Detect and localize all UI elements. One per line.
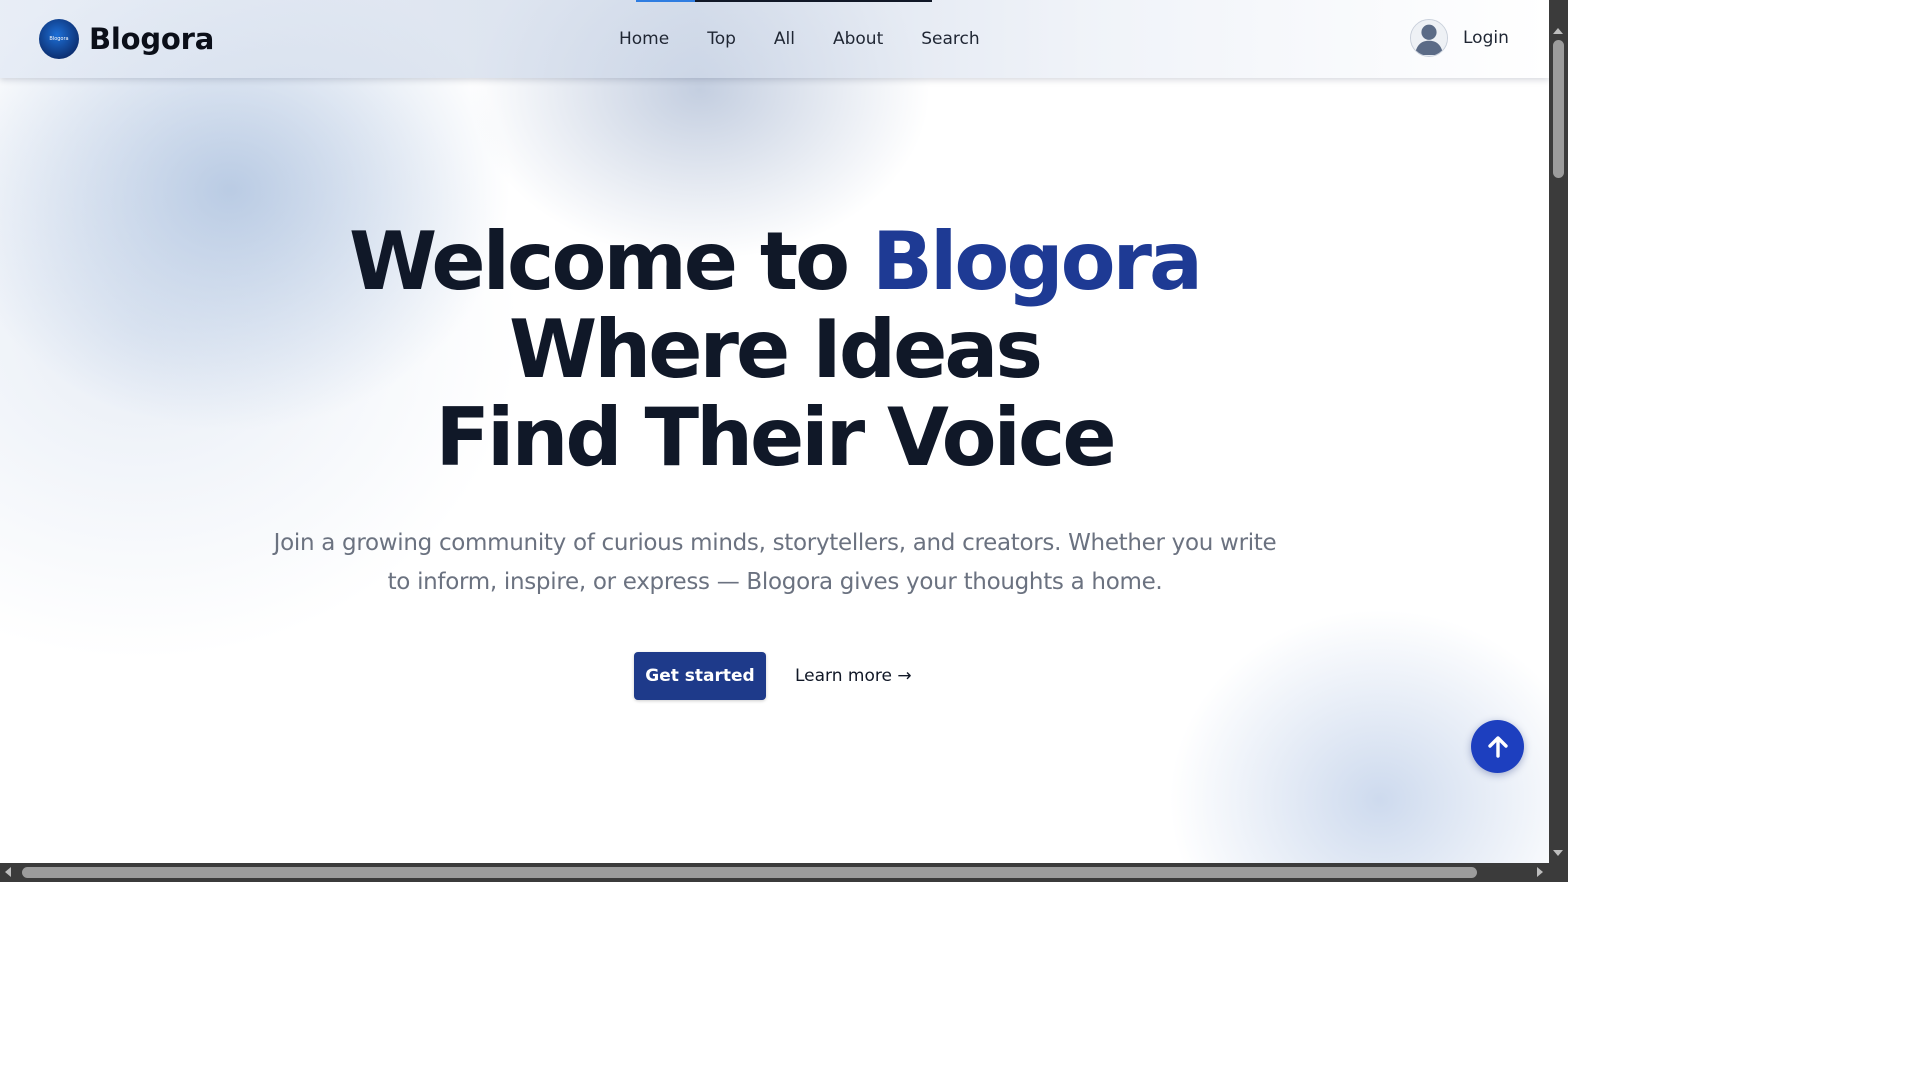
user-area: Login xyxy=(1410,19,1509,57)
learn-more-link[interactable]: Learn more → xyxy=(795,665,912,687)
nav-item-top[interactable]: Top xyxy=(707,28,736,50)
reading-progress-bar xyxy=(636,0,932,2)
scroll-down-arrow-icon[interactable] xyxy=(1553,850,1563,856)
site-header: Blogora Blogora Home Top All About Searc… xyxy=(0,0,1549,78)
get-started-button[interactable]: Get started xyxy=(634,652,766,700)
avatar-silhouette xyxy=(1411,20,1447,55)
scroll-to-top-button[interactable] xyxy=(1471,720,1524,773)
reading-progress-fill xyxy=(636,0,696,2)
scroll-up-arrow-icon[interactable] xyxy=(1553,28,1563,34)
hero-title-accent: Blogora xyxy=(871,215,1203,308)
nav-item-all[interactable]: All xyxy=(774,28,795,50)
user-avatar-icon[interactable] xyxy=(1410,19,1448,57)
nav-item-home[interactable]: Home xyxy=(619,28,669,50)
main-nav: Home Top All About Search xyxy=(619,28,1018,50)
hero-title-line3: Find Their Voice xyxy=(435,391,1116,484)
nav-item-search[interactable]: Search xyxy=(921,28,979,50)
scrollbar-corner xyxy=(1549,863,1568,882)
hero-title: Welcome to Blogora Where Ideas Find Thei… xyxy=(0,218,1549,482)
login-link[interactable]: Login xyxy=(1463,28,1509,48)
hero-title-line2: Where Ideas xyxy=(509,303,1043,396)
brand[interactable]: Blogora Blogora xyxy=(39,19,214,59)
hero-title-prefix: Welcome to xyxy=(348,215,872,308)
logo-text: Blogora xyxy=(49,36,69,42)
vertical-scrollbar-thumb[interactable] xyxy=(1553,40,1564,178)
hero-subtitle: Join a growing community of curious mind… xyxy=(273,530,1277,595)
nav-item-about[interactable]: About xyxy=(833,28,883,50)
page-viewport: Blogora Blogora Home Top All About Searc… xyxy=(0,0,1549,863)
arrow-up-icon xyxy=(1487,735,1508,758)
scroll-right-arrow-icon[interactable] xyxy=(1537,867,1543,877)
brand-name[interactable]: Blogora xyxy=(89,22,214,56)
blogora-logo-icon[interactable]: Blogora xyxy=(39,19,79,59)
horizontal-scrollbar-thumb[interactable] xyxy=(22,867,1477,878)
scroll-left-arrow-icon[interactable] xyxy=(5,867,11,877)
